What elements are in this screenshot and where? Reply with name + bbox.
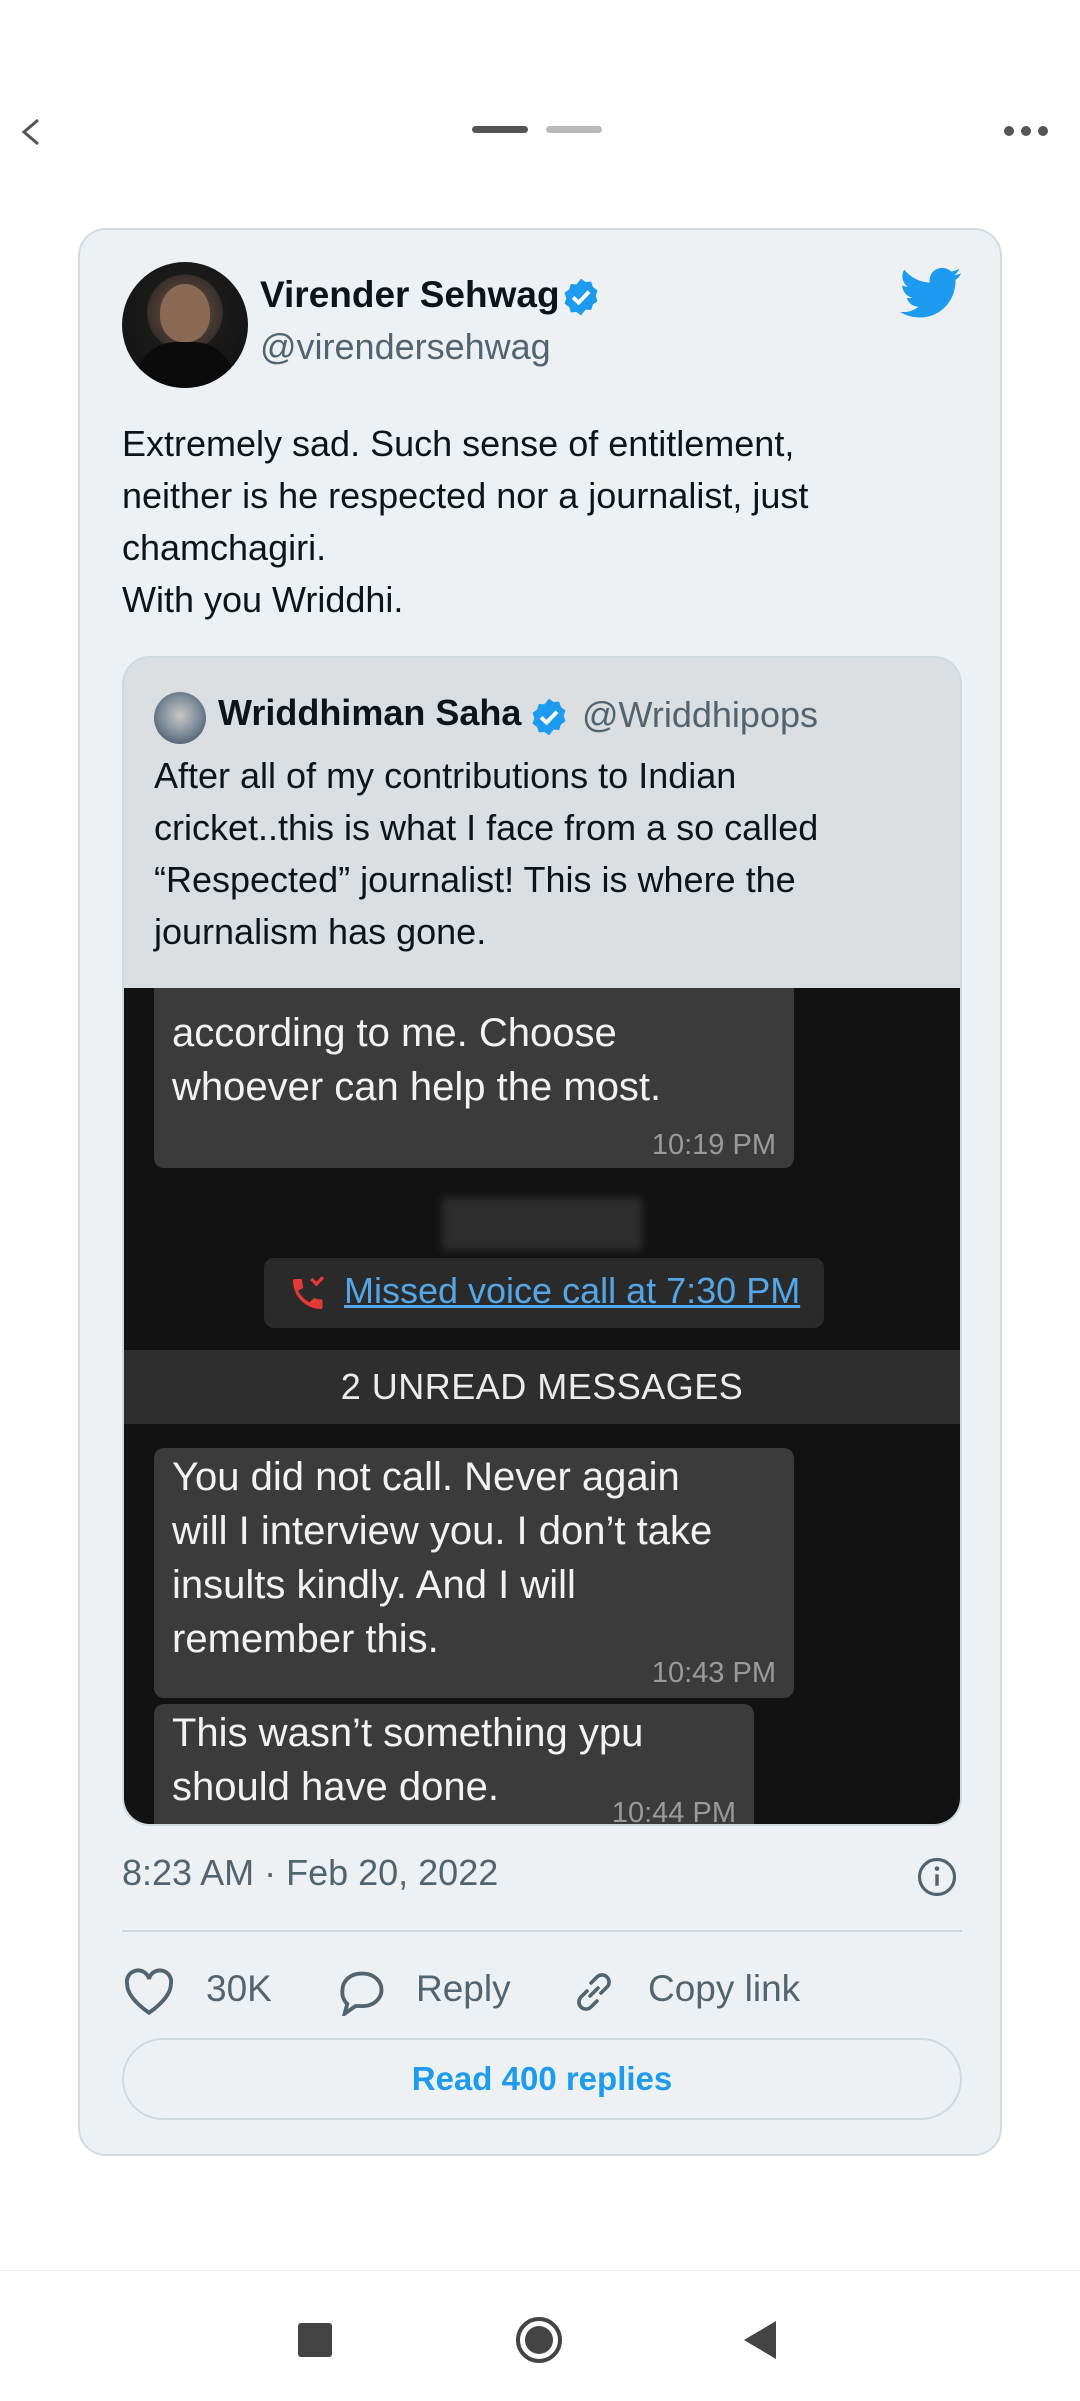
chat-screenshot-image[interactable]: according to me. Choose whoever can help… xyxy=(124,988,960,1826)
nav-home-icon[interactable] xyxy=(514,2315,564,2365)
author-avatar[interactable] xyxy=(122,262,248,388)
chat-message-bubble: according to me. Choose whoever can help… xyxy=(154,988,794,1168)
chat-message-time: 10:19 PM xyxy=(651,1129,776,1161)
chat-message-line: according to me. Choose xyxy=(172,1011,617,1055)
quoted-tweet-text: After all of my contributions to Indian … xyxy=(154,750,944,958)
heart-icon xyxy=(124,1968,174,2016)
info-icon[interactable] xyxy=(916,1856,958,1898)
tweet-text-line: chamchagiri. xyxy=(122,527,327,568)
tweet-text: Extremely sad. Such sense of entitlement… xyxy=(122,418,962,626)
top-bar xyxy=(0,0,1080,190)
verified-badge-icon xyxy=(532,698,566,736)
chat-message-line: will I interview you. I don’t take xyxy=(172,1509,713,1553)
reply-bubble-icon xyxy=(340,1971,384,2016)
chat-message-line: insults kindly. And I will xyxy=(172,1563,576,1607)
missed-call-icon xyxy=(293,1276,325,1309)
tweet-text-line: Extremely sad. Such sense of entitlement… xyxy=(122,423,795,464)
chat-message-bubble: You did not call. Never again will I int… xyxy=(154,1448,794,1698)
reply-label: Reply xyxy=(416,1968,511,2009)
page-indicator xyxy=(472,126,604,134)
quoted-author-handle: @Wriddhipops xyxy=(582,694,818,735)
chat-message-time: 10:44 PM xyxy=(611,1797,736,1826)
link-icon xyxy=(577,1973,611,2011)
chat-message-bubble: This wasn’t something ypu should have do… xyxy=(154,1704,754,1826)
missed-call-notice: Missed voice call at 7:30 PM xyxy=(264,1258,824,1328)
quoted-author-avatar xyxy=(154,692,206,744)
missed-call-text: Missed voice call at 7:30 PM xyxy=(344,1270,801,1311)
chat-message-time: 10:43 PM xyxy=(651,1657,776,1689)
divider xyxy=(122,1930,962,1932)
tweet-card: Virender Sehwag @virendersehwag Extremel… xyxy=(78,228,1002,2156)
back-arrow-icon[interactable] xyxy=(14,114,50,150)
page-indicator-inactive xyxy=(546,126,602,133)
page-indicator-active xyxy=(472,126,528,133)
system-navigation-bar xyxy=(0,2270,1080,2401)
verified-badge-icon xyxy=(564,278,598,316)
quoted-text-line: “Respected” journalist! This is where th… xyxy=(154,859,796,900)
read-replies-button[interactable]: Read 400 replies xyxy=(122,2038,962,2120)
nav-recent-icon[interactable] xyxy=(298,2323,332,2357)
blurred-contact-name xyxy=(442,1198,642,1250)
chat-message-line: You did not call. Never again xyxy=(172,1455,680,1499)
tweet-text-line: With you Wriddhi. xyxy=(122,579,404,620)
chat-message-line: whoever can help the most. xyxy=(172,1065,662,1109)
nav-back-icon[interactable] xyxy=(740,2319,780,2361)
copy-link-button[interactable]: Copy link xyxy=(568,1960,828,2020)
author-handle[interactable]: @virendersehwag xyxy=(260,326,551,368)
quoted-text-line: After all of my contributions to Indian xyxy=(154,755,737,796)
quoted-text-line: cricket..this is what I face from a so c… xyxy=(154,807,819,848)
tweet-text-line: neither is he respected nor a journalist… xyxy=(122,475,809,516)
reply-button[interactable]: Reply xyxy=(336,1960,536,2020)
more-options-icon[interactable] xyxy=(1002,124,1050,138)
tweet-timestamp[interactable]: 8:23 AM · Feb 20, 2022 xyxy=(122,1852,498,1894)
chat-message-line: This wasn’t something ypu xyxy=(172,1711,644,1755)
like-count: 30K xyxy=(206,1968,272,2009)
author-name[interactable]: Virender Sehwag xyxy=(260,274,560,316)
quoted-text-line: journalism has gone. xyxy=(154,911,487,952)
quoted-author-name: Wriddhiman Saha xyxy=(218,692,522,733)
twitter-bird-icon xyxy=(900,267,961,318)
like-button[interactable]: 30K xyxy=(122,1960,302,2020)
quoted-tweet[interactable]: Wriddhiman Saha @Wriddhipops After all o… xyxy=(122,656,962,1826)
copy-link-label: Copy link xyxy=(648,1968,801,2009)
unread-messages-banner: 2 UNREAD MESSAGES xyxy=(124,1350,960,1424)
